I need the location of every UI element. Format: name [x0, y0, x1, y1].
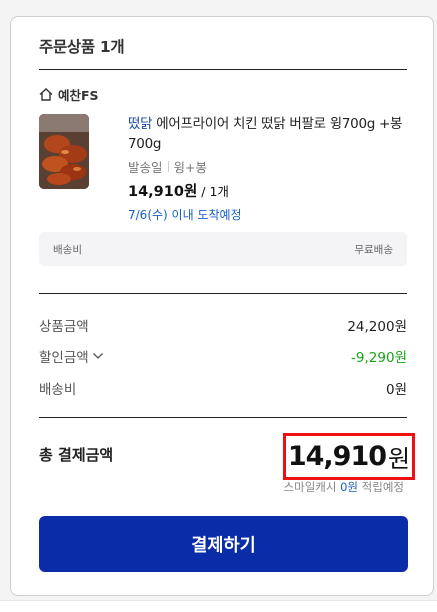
- shipping-row: 배송비 0원: [39, 378, 407, 398]
- shipping-fee-box: 배송비 무료배송: [39, 232, 407, 266]
- product-option: 발송일 윙+봉: [128, 157, 207, 176]
- points-value: 0원: [340, 480, 359, 494]
- seller-name: 예찬FS: [58, 88, 99, 103]
- product-brand: 떴닭: [128, 116, 153, 132]
- option-value: 윙+봉: [173, 160, 207, 175]
- item-qty: / 1개: [201, 184, 229, 199]
- total-unit: 원: [388, 445, 411, 473]
- points-prefix: 스마일캐시: [283, 480, 341, 494]
- discount-row: 할인금액 -9,290원: [39, 346, 407, 366]
- chicken-image: [39, 114, 89, 189]
- chevron-down-icon: [92, 353, 103, 359]
- points-note: 스마일캐시 0원 적립예정: [284, 479, 404, 495]
- subtotal-value: 24,200원: [347, 319, 407, 335]
- ship-type: 발송일: [128, 160, 163, 175]
- summary-divider: [39, 293, 407, 294]
- order-summary-card: 주문상품 1개 예찬FS 떴닭 에어프라이어 치킨 떴닭 버팔로 윙700g +…: [10, 16, 434, 596]
- item-price: 14,910원: [128, 184, 198, 200]
- order-header: 주문상품 1개: [39, 38, 125, 56]
- subtotal-row: 상품금액 24,200원: [39, 315, 407, 335]
- product-thumbnail[interactable]: [39, 114, 89, 189]
- total-divider: [39, 417, 407, 418]
- product-price: 14,910원 / 1개: [128, 180, 229, 201]
- pay-button[interactable]: 결제하기: [39, 516, 408, 572]
- total-label: 총 결제금액: [39, 446, 114, 464]
- seller-link[interactable]: 예찬FS: [39, 85, 99, 104]
- product-title: 에어프라이어 치킨 떴닭 버팔로 윙700g +봉700g: [128, 116, 403, 152]
- product-name[interactable]: 떴닭 에어프라이어 치킨 떴닭 버팔로 윙700g +봉700g: [128, 114, 413, 154]
- delivery-eta: 7/6(수) 이내 도착예정: [128, 208, 242, 222]
- shipping-fee-value: 무료배송: [354, 243, 393, 256]
- points-suffix: 적립예정: [358, 480, 404, 494]
- discount-label: 할인금액: [39, 350, 89, 366]
- subtotal-label: 상품금액: [39, 319, 89, 335]
- shipping-label: 배송비: [39, 382, 77, 398]
- page-bottom-strip: [0, 600, 437, 612]
- header-divider: [39, 69, 407, 70]
- total-amount: 14,910: [287, 441, 387, 472]
- option-separator: [167, 161, 169, 172]
- home-icon: [39, 88, 53, 101]
- shipping-value: 0원: [385, 382, 407, 398]
- discount-toggle[interactable]: 할인금액: [39, 346, 104, 366]
- shipping-fee-label: 배송비: [53, 243, 82, 256]
- discount-value: -9,290원: [351, 350, 407, 366]
- total-amount-highlight: 14,910 원: [283, 433, 415, 480]
